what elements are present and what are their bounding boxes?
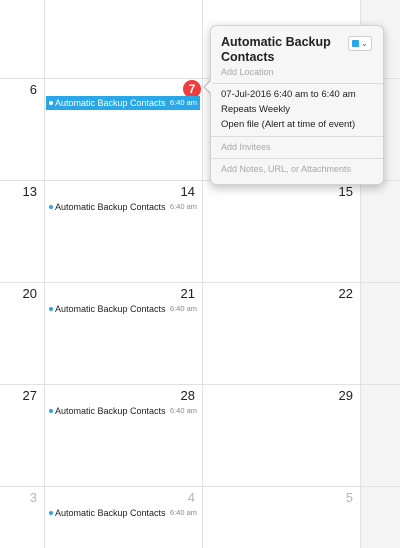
- grid-divider: [44, 0, 45, 548]
- event-time: 6:40 am: [169, 202, 197, 211]
- add-notes-field[interactable]: Add Notes, URL, or Attachments: [221, 164, 351, 174]
- popover-event-title[interactable]: Automatic Backup Contacts: [221, 35, 341, 65]
- event-title: Automatic Backup Contacts: [55, 202, 166, 212]
- add-location-field[interactable]: Add Location: [221, 67, 274, 77]
- day-number: 14: [180, 184, 195, 199]
- calendar-color-swatch-icon: [352, 40, 359, 47]
- calendar-event[interactable]: Automatic Backup Contacts 6:40 am: [46, 200, 200, 214]
- calendar-event[interactable]: Automatic Backup Contacts 6:40 am: [46, 96, 200, 110]
- day-number: 6: [29, 82, 37, 97]
- grid-divider: [0, 282, 400, 283]
- event-title: Automatic Backup Contacts: [55, 406, 166, 416]
- calendar-picker[interactable]: ⌄: [348, 36, 372, 51]
- grid-divider: [0, 486, 400, 487]
- event-title: Automatic Backup Contacts: [55, 508, 166, 518]
- popover-divider: [211, 158, 383, 159]
- grid-divider: [0, 384, 400, 385]
- calendar-event[interactable]: Automatic Backup Contacts 6:40 am: [46, 506, 200, 520]
- event-dot-icon: [49, 409, 53, 413]
- day-number: 21: [180, 286, 195, 301]
- day-number: 22: [338, 286, 353, 301]
- event-time: 6:40 am: [169, 406, 197, 415]
- event-time: 6:40 am: [169, 508, 197, 517]
- popover-divider: [211, 136, 383, 137]
- add-invitees-field[interactable]: Add Invitees: [221, 142, 271, 152]
- event-popover: Automatic Backup Contacts ⌄ Add Location…: [210, 25, 384, 185]
- event-dot-icon: [49, 205, 53, 209]
- event-dot-icon: [49, 307, 53, 311]
- event-time: 6:40 am: [169, 98, 197, 107]
- day-number: 29: [338, 388, 353, 403]
- event-time: 6:40 am: [169, 304, 197, 313]
- event-repeat[interactable]: Repeats Weekly: [221, 104, 290, 115]
- popover-arrow-inner: [205, 80, 212, 94]
- calendar-event[interactable]: Automatic Backup Contacts 6:40 am: [46, 404, 200, 418]
- day-number: 15: [338, 184, 353, 199]
- event-alert[interactable]: Open file (Alert at time of event): [221, 119, 355, 130]
- chevron-down-icon: ⌄: [361, 39, 368, 48]
- day-number: 5: [345, 490, 353, 505]
- day-number: 3: [29, 490, 37, 505]
- day-number: 4: [187, 490, 195, 505]
- day-number: 13: [22, 184, 37, 199]
- event-dot-icon: [49, 101, 53, 105]
- event-dot-icon: [49, 511, 53, 515]
- event-title: Automatic Backup Contacts: [55, 98, 166, 108]
- event-date-time[interactable]: 07-Jul-2016 6:40 am to 6:40 am: [221, 89, 356, 100]
- day-number: 27: [22, 388, 37, 403]
- event-title: Automatic Backup Contacts: [55, 304, 166, 314]
- day-number: 28: [180, 388, 195, 403]
- day-number: 20: [22, 286, 37, 301]
- popover-divider: [211, 83, 383, 84]
- calendar-event[interactable]: Automatic Backup Contacts 6:40 am: [46, 302, 200, 316]
